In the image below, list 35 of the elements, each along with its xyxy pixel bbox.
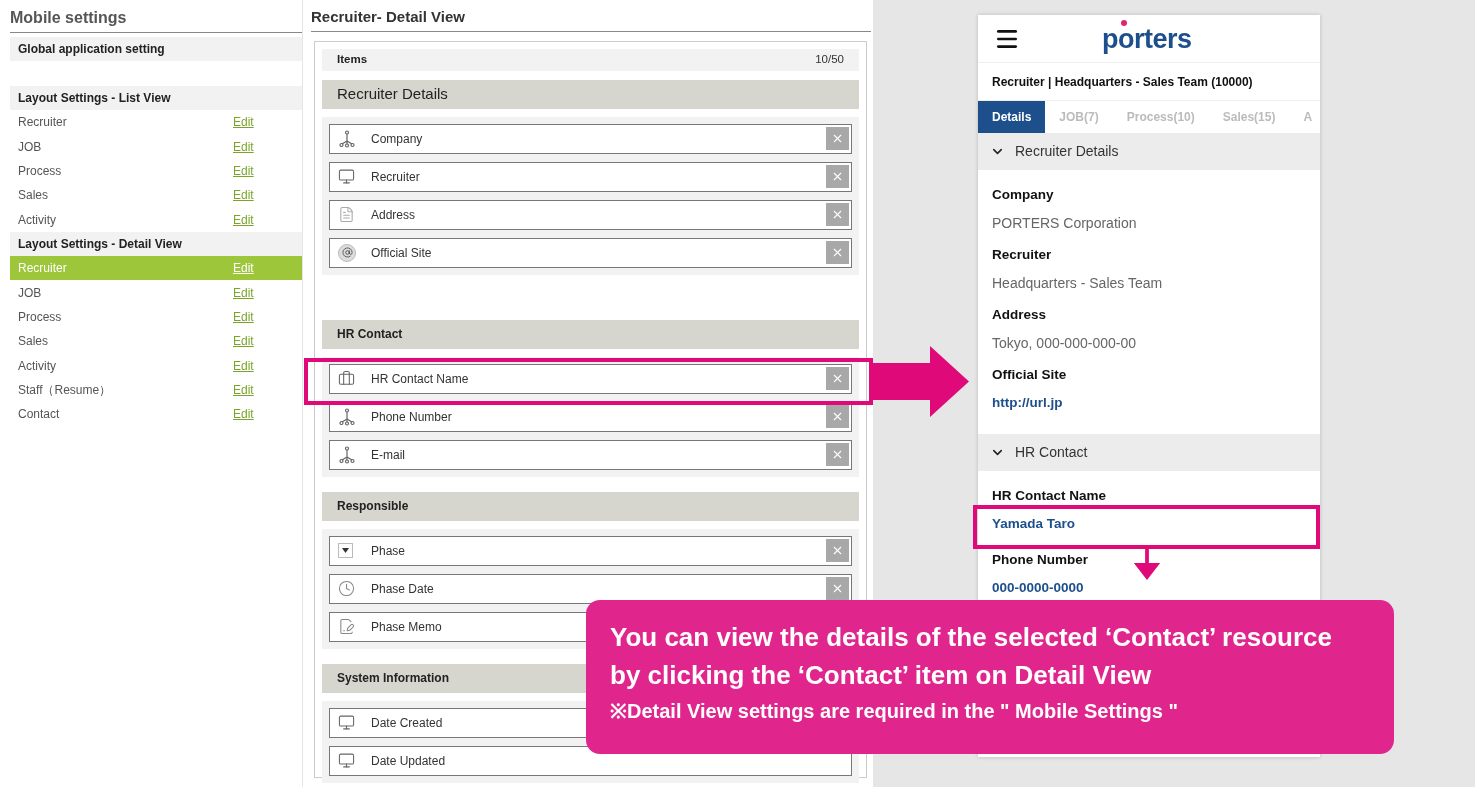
field-label: Official Site (371, 244, 433, 262)
section-header: Layout Settings - Detail View (10, 231, 302, 256)
field-label: Date Created (371, 714, 444, 732)
section-header: Responsible (322, 491, 859, 521)
field-label: Company (992, 186, 1054, 204)
items-label: Items (337, 51, 368, 67)
section-header: Layout Settings - List View (10, 86, 302, 110)
callout-text: You can view the details of the selected ‘Contact’ resource (610, 621, 1332, 654)
field-label: HR Contact Name (371, 370, 470, 388)
field-label: Phone Number (371, 408, 453, 426)
section-title: HR Contact (1015, 443, 1088, 462)
section-header: Global application setting (10, 37, 302, 61)
section-header: Recruiter Details (322, 79, 859, 109)
field-label: Phase Memo (371, 618, 443, 636)
field-label: Phase (371, 542, 407, 560)
field-label: Phone Number (992, 551, 1088, 569)
field-label: Official Site (992, 366, 1067, 384)
field-label: Recruiter (992, 246, 1052, 264)
field-label: E-mail (371, 446, 406, 464)
section-header: HR Contact (322, 319, 859, 349)
panel-title: Mobile settings (10, 6, 302, 33)
section-title: Recruiter Details (1015, 142, 1119, 161)
field-label: Recruiter (371, 168, 421, 186)
field-label: Phase Date (371, 580, 435, 598)
field-label: Date Updated (371, 752, 447, 770)
field-value: PORTERS Corporation (992, 214, 1138, 233)
items-count: 10/50 (815, 51, 844, 67)
field-value: Tokyo, 000-000-000-00 (992, 334, 1137, 353)
panel-title: Recruiter- Detail View (311, 6, 871, 32)
field-label: Address (992, 306, 1047, 324)
field-label: Company (371, 130, 424, 148)
callout-note: ※Detail View settings are required in the " Mobile Settings " (610, 699, 1178, 724)
field-label: Address (371, 206, 417, 224)
field-label: HR Contact Name (992, 487, 1107, 505)
field-value: Headquarters - Sales Team (992, 274, 1164, 293)
